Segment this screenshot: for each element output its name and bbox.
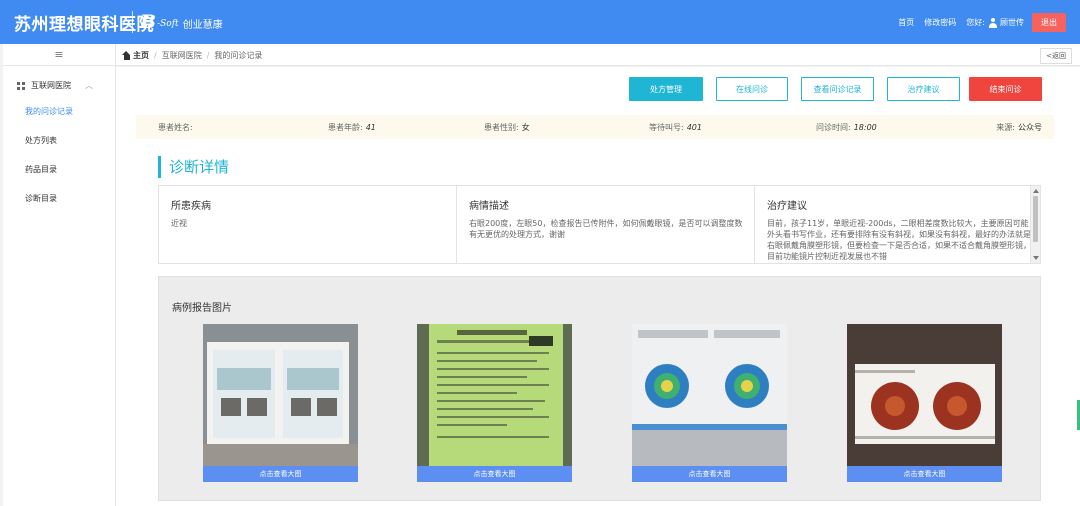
patient-name-label: 患者姓名: xyxy=(158,123,193,132)
report-images-title: 病例报告图片 xyxy=(172,303,232,314)
view-large-image-link[interactable]: 点击查看大图 xyxy=(847,466,1002,482)
main-content: 处方管理 在线问诊 查看问诊记录 治疗建议 结束问诊 患者姓名: 患者年龄: 41… xyxy=(116,67,1080,506)
sidebar-item-drug-catalog[interactable]: 药品目录 xyxy=(3,155,115,184)
patient-age-label: 患者年龄: xyxy=(328,123,363,132)
report-photo-image[interactable] xyxy=(632,324,787,466)
end-consult-button[interactable]: 结束问诊 xyxy=(969,77,1042,101)
report-photo-image[interactable] xyxy=(203,324,358,466)
user-icon xyxy=(988,17,998,28)
patient-gender-label: 患者性别: xyxy=(484,123,519,132)
breadcrumb-current: 我的问诊记录 xyxy=(214,51,263,60)
disease-column: 所患疾病 近视 xyxy=(159,186,457,263)
top-nav: 首页 修改密码 您好: 顾世传 退出 xyxy=(888,13,1066,32)
report-card[interactable]: 点击查看大图 xyxy=(847,324,1002,482)
queue-number-value: 401 xyxy=(686,123,702,132)
nav-username: 顾世传 xyxy=(1000,18,1024,27)
sidebar-item-diagnosis-catalog[interactable]: 诊断目录 xyxy=(3,184,115,213)
report-card[interactable]: 点击查看大图 xyxy=(417,324,572,482)
patient-gender-value: 女 xyxy=(521,123,530,132)
logout-button[interactable]: 退出 xyxy=(1032,13,1066,32)
patient-info-bar: 患者姓名: 患者年龄: 41 患者性别: 女 等待叫号: 401 问诊时间: 18:00… xyxy=(136,115,1054,139)
breadcrumb: 主页 / 互联网医院 / 我的问诊记录 xyxy=(122,50,262,61)
view-records-button[interactable]: 查看问诊记录 xyxy=(801,77,874,101)
patient-gender: 患者性别: 女 xyxy=(484,122,530,133)
breadcrumb-home[interactable]: 主页 xyxy=(133,50,149,61)
advice-column: 治疗建议 目前，孩子11岁，单眼近视-200ds，二眼相差度数比较大，主要原因可… xyxy=(755,186,1040,263)
report-card[interactable]: 点击查看大图 xyxy=(632,324,787,482)
diagnosis-section-title: 诊断详情 xyxy=(158,156,229,178)
view-large-image-link[interactable]: 点击查看大图 xyxy=(203,466,358,482)
description-heading: 病情描述 xyxy=(469,201,509,212)
bsoft-logo: B -Soft 创业慧康 xyxy=(140,11,223,33)
sidebar: ≡ 互联网医院 ︿ 我的问诊记录 处方列表 药品目录 诊断目录 xyxy=(3,44,116,506)
bsoft-logo-mark: B xyxy=(140,11,157,33)
description-text: 右眼200度，左眼50，检查报告已传附件，如何佩戴眼镜，是否可以调整度数 有无更… xyxy=(469,219,743,239)
bsoft-logo-soft: -Soft xyxy=(157,19,179,29)
report-images-panel: 病例报告图片 点击查看大图 点击查看大图 点击查看大图 点击查看大图 xyxy=(158,276,1041,501)
bsoft-logo-cn: 创业慧康 xyxy=(182,20,223,31)
back-button[interactable]: <返回 xyxy=(1040,48,1072,64)
advice-text: 目前，孩子11岁，单眼近视-200ds，二眼相差度数比较大，主要原因可能外头看书… xyxy=(767,219,1031,261)
sidebar-group-label: 互联网医院 xyxy=(31,81,71,90)
patient-name: 患者姓名: xyxy=(158,122,196,133)
scroll-up-arrow-icon[interactable] xyxy=(1033,189,1039,193)
report-photo-image[interactable] xyxy=(417,324,572,466)
source-value: 公众号 xyxy=(1018,123,1042,132)
nav-home-link[interactable]: 首页 xyxy=(898,17,914,28)
advice-scrollbar[interactable] xyxy=(1030,186,1040,263)
disease-heading: 所患疾病 xyxy=(171,201,211,212)
queue-number-label: 等待叫号: xyxy=(649,123,684,132)
scroll-thumb[interactable] xyxy=(1033,196,1038,242)
source: 来源: 公众号 xyxy=(996,122,1042,133)
advice-heading: 治疗建议 xyxy=(767,201,807,212)
description-column: 病情描述 右眼200度，左眼50，检查报告已传附件，如何佩戴眼镜，是否可以调整度… xyxy=(457,186,755,263)
sidebar-toggle-button[interactable]: ≡ xyxy=(3,44,115,66)
patient-age-value: 41 xyxy=(365,123,376,132)
report-photo-image[interactable] xyxy=(847,324,1002,466)
breadcrumb-bar: 主页 / 互联网医院 / 我的问诊记录 <返回 xyxy=(116,44,1080,66)
consult-time: 问诊时间: 18:00 xyxy=(816,122,877,133)
consult-time-label: 问诊时间: xyxy=(816,123,851,132)
prescription-management-button[interactable]: 处方管理 xyxy=(629,77,703,101)
report-card[interactable]: 点击查看大图 xyxy=(203,324,358,482)
hospital-name: 苏州理想眼科医院 xyxy=(14,15,154,35)
chevron-up-icon: ︿ xyxy=(85,81,93,90)
nav-change-password-link[interactable]: 修改密码 xyxy=(924,17,956,28)
sidebar-item-prescriptions[interactable]: 处方列表 xyxy=(3,126,115,155)
nav-greeting: 您好: xyxy=(966,18,985,27)
treatment-advice-button[interactable]: 治疗建议 xyxy=(887,77,960,101)
source-label: 来源: xyxy=(996,123,1015,132)
consult-time-value: 18:00 xyxy=(853,123,877,132)
breadcrumb-internet-hospital[interactable]: 互联网医院 xyxy=(162,50,202,61)
top-header: 苏州理想眼科医院 B -Soft 创业慧康 首页 修改密码 您好: 顾世传 退出 xyxy=(0,0,1080,44)
view-large-image-link[interactable]: 点击查看大图 xyxy=(632,466,787,482)
disease-text: 近视 xyxy=(171,219,187,228)
sidebar-group-internet-hospital[interactable]: 互联网医院 ︿ xyxy=(3,66,115,91)
grid-icon xyxy=(17,81,25,90)
home-icon xyxy=(122,51,131,60)
online-consult-button[interactable]: 在线问诊 xyxy=(716,77,788,101)
patient-age: 患者年龄: 41 xyxy=(328,122,376,133)
scroll-down-arrow-icon[interactable] xyxy=(1033,256,1039,260)
sidebar-item-my-records[interactable]: 我的问诊记录 xyxy=(3,97,115,126)
queue-number: 等待叫号: 401 xyxy=(649,122,702,133)
brand-divider xyxy=(132,11,133,33)
diagnosis-table: 所患疾病 近视 病情描述 右眼200度，左眼50，检查报告已传附件，如何佩戴眼镜… xyxy=(158,185,1041,264)
view-large-image-link[interactable]: 点击查看大图 xyxy=(417,466,572,482)
